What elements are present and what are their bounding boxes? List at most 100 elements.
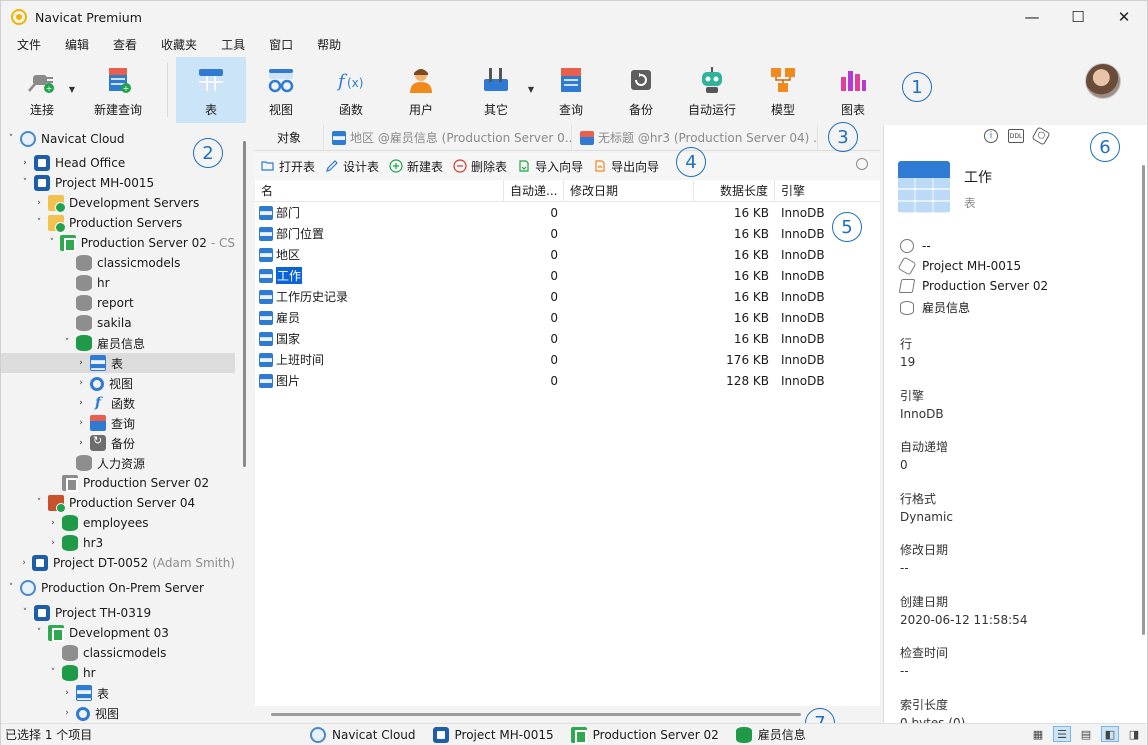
chevron-down-icon[interactable]: ˅: [47, 238, 57, 248]
open-table-button[interactable]: 打开表: [261, 158, 315, 175]
tree-item[interactable]: › Project DT-0052 (Adam Smith): [1, 553, 235, 573]
chart-button[interactable]: 图表: [818, 57, 888, 123]
design-table-button[interactable]: 设计表: [325, 158, 379, 175]
model-button[interactable]: 模型: [748, 57, 818, 123]
chevron-down-icon[interactable]: ˅: [5, 134, 17, 144]
new-table-button[interactable]: 新建表: [389, 158, 443, 175]
maximize-button[interactable]: ☐: [1055, 1, 1101, 33]
chevron-right-icon[interactable]: ›: [75, 378, 87, 388]
info-icon[interactable]: i: [984, 129, 998, 143]
tree-item[interactable]: › Development Servers: [1, 193, 235, 213]
tree-item[interactable]: hr: [1, 273, 235, 293]
tree-item[interactable]: › 表: [1, 353, 235, 373]
grid-view-icon[interactable]: ▦: [1029, 726, 1047, 742]
chevron-down-icon[interactable]: ˅: [5, 583, 17, 593]
tree-item[interactable]: ˅ Project TH-0319: [1, 603, 235, 623]
chevron-right-icon[interactable]: ›: [61, 688, 73, 698]
chevron-right-icon[interactable]: ›: [47, 538, 59, 548]
other-button[interactable]: ▼ 其它: [456, 57, 536, 123]
user-avatar[interactable]: [1085, 63, 1121, 99]
table-row[interactable]: 部门 0 16 KB InnoDB: [255, 202, 880, 223]
table-row[interactable]: 部门位置 0 16 KB InnoDB: [255, 223, 880, 244]
user-button[interactable]: 用户: [386, 57, 456, 123]
chevron-right-icon[interactable]: ›: [61, 708, 73, 718]
tree-scrollbar[interactable]: [243, 141, 246, 467]
menu-tools[interactable]: 工具: [209, 33, 257, 57]
menu-edit[interactable]: 编辑: [53, 33, 101, 57]
chevron-right-icon[interactable]: ›: [75, 418, 87, 428]
table-row[interactable]: 国家 0 16 KB InnoDB: [255, 328, 880, 349]
close-button[interactable]: ✕: [1101, 1, 1147, 33]
table-row[interactable]: 图片 0 128 KB InnoDB: [255, 370, 880, 391]
table-row[interactable]: 工作历史记录 0 16 KB InnoDB: [255, 286, 880, 307]
list-view-icon[interactable]: ☰: [1053, 726, 1071, 742]
tree-item[interactable]: › employees: [1, 513, 235, 533]
chevron-down-icon[interactable]: ˅: [33, 498, 45, 508]
chevron-right-icon[interactable]: ›: [47, 518, 59, 528]
menu-file[interactable]: 文件: [5, 33, 53, 57]
other-dropdown-icon[interactable]: ▼: [528, 85, 534, 94]
connect-button[interactable]: + ▼ 连接: [7, 57, 77, 123]
tree-item[interactable]: ˅ Production On-Prem Server: [1, 578, 235, 598]
tree-item[interactable]: › 视图: [1, 373, 235, 393]
tree-item[interactable]: › 视图: [1, 703, 235, 723]
tree-item[interactable]: ˅ 雇员信息: [1, 333, 235, 353]
table-row[interactable]: 上班时间 0 176 KB InnoDB: [255, 349, 880, 370]
dependencies-icon[interactable]: ⬡: [1031, 126, 1051, 146]
tree-item[interactable]: ˅ Production Server 02- CS: [1, 233, 235, 253]
chevron-right-icon[interactable]: ›: [19, 558, 29, 568]
tree-item[interactable]: ˅ hr: [1, 663, 235, 683]
tree-item[interactable]: ˅ Production Server 04: [1, 493, 235, 513]
menu-view[interactable]: 查看: [101, 33, 149, 57]
menu-window[interactable]: 窗口: [257, 33, 305, 57]
connect-dropdown-icon[interactable]: ▼: [69, 85, 75, 94]
column-header-data-length[interactable]: 数据长度: [694, 179, 775, 202]
chevron-down-icon[interactable]: ˅: [47, 668, 59, 678]
query-button[interactable]: 查询: [536, 57, 606, 123]
tree-item[interactable]: classicmodels: [1, 643, 235, 663]
table-row[interactable]: 雇员 0 16 KB InnoDB: [255, 307, 880, 328]
chevron-down-icon[interactable]: ˅: [33, 218, 45, 228]
column-header-engine[interactable]: 引擎: [775, 180, 880, 202]
table-row[interactable]: 地区 0 16 KB InnoDB: [255, 244, 880, 265]
chevron-right-icon[interactable]: ›: [75, 438, 87, 448]
tree-item[interactable]: ˅ Development 03: [1, 623, 235, 643]
table-button[interactable]: 表: [176, 57, 246, 123]
delete-table-button[interactable]: 删除表: [453, 158, 507, 175]
grid-horizontal-scrollbar[interactable]: [271, 713, 801, 716]
chevron-right-icon[interactable]: ›: [75, 398, 87, 408]
ddl-icon[interactable]: DDL: [1008, 129, 1024, 143]
tree-item[interactable]: report: [1, 293, 235, 313]
backup-button[interactable]: 备份: [606, 57, 676, 123]
menu-favorites[interactable]: 收藏夹: [149, 33, 209, 57]
chevron-right-icon[interactable]: ›: [19, 158, 31, 168]
column-header-name[interactable]: 名: [255, 179, 504, 202]
detail-view-icon[interactable]: ▤: [1077, 726, 1095, 742]
tree-item[interactable]: › 表: [1, 683, 235, 703]
chevron-down-icon[interactable]: ˅: [19, 178, 31, 188]
tab-objects[interactable]: 对象: [255, 125, 325, 150]
tree-item[interactable]: classicmodels: [1, 253, 235, 273]
toggle-right-panel-icon[interactable]: ◨: [1125, 726, 1143, 742]
view-button[interactable]: 视图: [246, 57, 316, 123]
search-icon[interactable]: [856, 158, 868, 170]
menu-help[interactable]: 帮助: [305, 33, 353, 57]
chevron-right-icon[interactable]: ›: [75, 358, 87, 368]
new-query-button[interactable]: + 新建查询: [77, 57, 159, 123]
tree-item[interactable]: 人力资源: [1, 453, 235, 473]
export-wizard-button[interactable]: 导出向导: [593, 158, 659, 175]
chevron-down-icon[interactable]: ˅: [61, 338, 73, 348]
tab-untitled-query[interactable]: 无标题 @hr3 (Production Server 04) ...: [572, 125, 819, 150]
tree-item[interactable]: sakila: [1, 313, 235, 333]
chevron-down-icon[interactable]: ˅: [19, 608, 31, 618]
chevron-down-icon[interactable]: ˅: [33, 628, 45, 638]
column-header-auto-increment[interactable]: 自动递...: [504, 179, 564, 202]
tree-item[interactable]: ˅ Project MH-0015: [1, 173, 235, 193]
tree-item[interactable]: › 查询: [1, 413, 235, 433]
minimize-button[interactable]: —: [1009, 1, 1055, 33]
import-wizard-button[interactable]: 导入向导: [517, 158, 583, 175]
toggle-left-panel-icon[interactable]: ◧: [1101, 726, 1119, 742]
tree-item[interactable]: › hr3: [1, 533, 235, 553]
chevron-right-icon[interactable]: ›: [33, 198, 45, 208]
tree-item[interactable]: › 备份: [1, 433, 235, 453]
